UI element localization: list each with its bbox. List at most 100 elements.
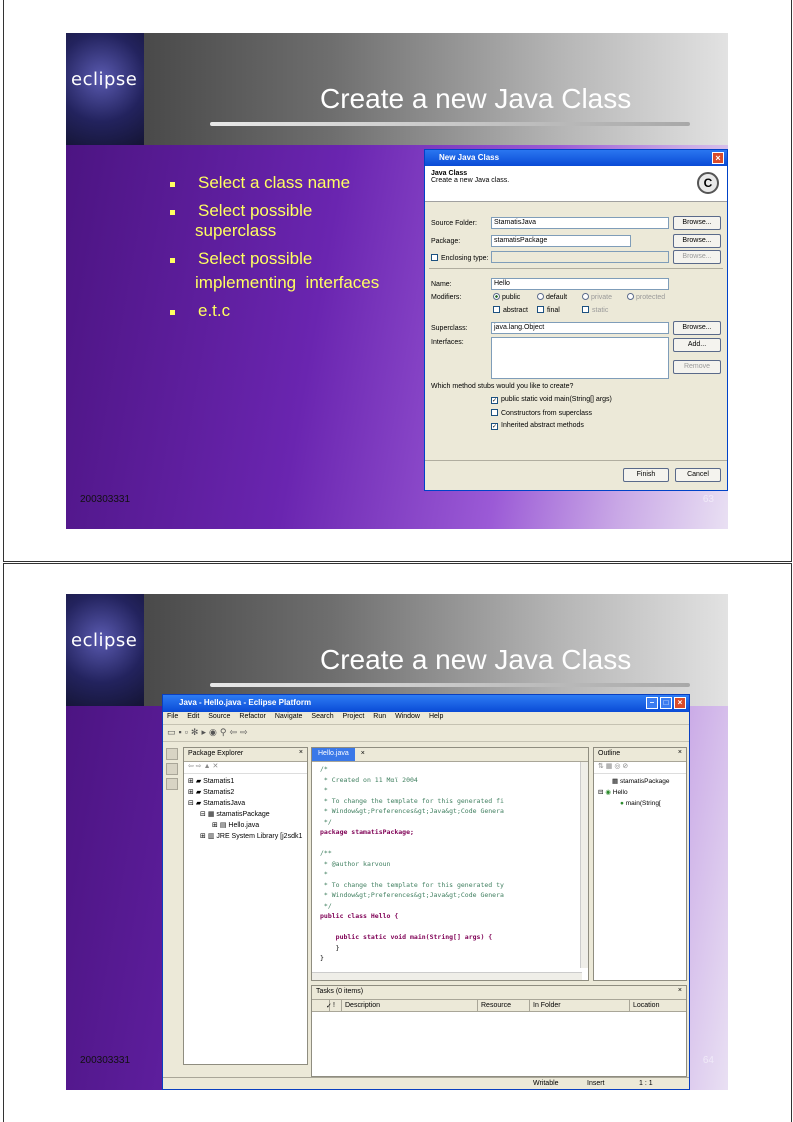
run-icon[interactable]: ▸ [201,727,209,737]
tab-close-icon[interactable]: × [361,750,365,757]
package-explorer-close-icon[interactable]: × [299,749,303,756]
folder-icon: ▰ [195,778,202,785]
static-checkbox[interactable] [582,306,589,313]
library-icon: ▥ [207,833,215,840]
menu-window[interactable]: Window [395,713,420,720]
outline-title: Outline [598,750,621,757]
tree-item[interactable]: ⊞ ▥ JRE System Library [j2sdk1 [188,831,303,842]
interfaces-list[interactable] [491,337,669,379]
constructors-stub-checkbox[interactable] [491,409,498,416]
col-resource[interactable]: Resource [478,1000,530,1011]
package-explorer-title: Package Explorer [188,750,244,757]
outline-pane: Outline × ⇅ ▦ ◎ ⊘ ▦ stamatisPackage ⊟ ◉ … [593,747,687,981]
title-underline [210,122,690,126]
tasks-pane: Tasks (0 items) × ✓ ! Description Resour… [311,985,687,1077]
bullet-item: Select a class name [170,171,379,195]
bullet-square-icon [170,182,175,187]
final-checkbox[interactable] [537,306,544,313]
menu-source[interactable]: Source [208,713,230,720]
editor-horizontal-scrollbar[interactable] [312,972,582,980]
outline-item[interactable]: ▦ stamatisPackage [598,776,682,787]
slide-footer-id: 200303331 [80,1055,131,1066]
perspective-bar [163,745,181,1089]
folder-icon: ▰ [195,789,202,796]
tasks-close-icon[interactable]: × [678,987,682,994]
class-name-field[interactable]: Hello [491,278,669,290]
bullet-square-icon [170,210,175,215]
status-writable: Writable [533,1080,559,1087]
back-icon[interactable]: ⇦ [229,727,240,737]
interfaces-remove-button[interactable]: Remove [673,360,721,374]
bullet-list: Select a class name Select possible super… [170,171,379,327]
menu-help[interactable]: Help [429,713,443,720]
menu-file[interactable]: File [167,713,178,720]
package-field[interactable]: stamatisPackage [491,235,631,247]
minimize-button[interactable]: – [646,697,658,709]
superclass-field[interactable]: java.lang.Object [491,322,669,334]
code-editor[interactable]: /* * Created on 11 Μαϊ 2004 * * To chang… [312,762,588,966]
cancel-button[interactable]: Cancel [675,468,721,482]
java-class-icon: C [697,172,719,194]
java-perspective-icon[interactable] [166,778,178,790]
eclipse-logo: eclipse [66,594,144,706]
bullet-square-icon [170,258,175,263]
tree-item[interactable]: ⊞ ▤ Hello.java [188,820,303,831]
public-radio[interactable] [493,293,500,300]
menu-run[interactable]: Run [373,713,386,720]
debug-icon[interactable]: ✻ [191,727,202,737]
dialog-close-button[interactable]: × [712,152,724,164]
window-titlebar: Java - Hello.java - Eclipse Platform – □ × [163,695,689,712]
abstract-checkbox[interactable] [493,306,500,313]
search-icon[interactable]: ⚲ [220,727,230,737]
menu-edit[interactable]: Edit [187,713,199,720]
tasks-header: Tasks (0 items) × [312,986,686,1000]
tree-item[interactable]: ⊞ ▰ Stamatis1 [188,776,303,787]
maximize-button[interactable]: □ [660,697,672,709]
new-class-icon[interactable]: ◉ [209,727,220,737]
enclosing-browse-button[interactable]: Browse... [673,250,721,264]
tree-item[interactable]: ⊞ ▰ Stamatis2 [188,787,303,798]
default-radio[interactable] [537,293,544,300]
menu-navigate[interactable]: Navigate [275,713,303,720]
forward-icon[interactable]: ⇨ [240,727,251,737]
tree-item[interactable]: ⊟ ▦ stamatisPackage [188,809,303,820]
finish-button[interactable]: Finish [623,468,669,482]
new-icon[interactable]: ▭ [167,727,179,737]
menu-project[interactable]: Project [343,713,365,720]
source-folder-browse-button[interactable]: Browse... [673,216,721,230]
outline-item[interactable]: ● main(String[ [598,798,682,809]
eclipse-logo: eclipse [66,33,144,145]
source-folder-field[interactable]: StamatisJava [491,217,669,229]
tree-item[interactable]: ⊟ ▰ StamatisJava [188,798,303,809]
inherited-stub-checkbox[interactable]: ✓ [491,423,498,430]
outline-item[interactable]: ⊟ ◉ Hello [598,787,682,798]
folder-icon: ▰ [195,800,202,807]
enclosing-type-checkbox[interactable] [431,254,438,261]
menu-refactor[interactable]: Refactor [239,713,265,720]
private-radio[interactable] [582,293,589,300]
dialog-header: Java Class Create a new Java class. C [425,166,727,202]
superclass-browse-button[interactable]: Browse... [673,321,721,335]
col-description[interactable]: Description [342,1000,478,1011]
menu-search[interactable]: Search [311,713,333,720]
package-icon: ▦ [207,811,215,818]
package-explorer-header: Package Explorer × [184,748,307,762]
protected-radio[interactable] [627,293,634,300]
bullet-item: Select possible implementing interfaces [170,247,379,295]
main-stub-checkbox[interactable]: ✓ [491,397,498,404]
eclipse-logo-text: eclipse [71,69,138,90]
tab-hello-java[interactable]: Hello.java [312,748,355,761]
outline-close-icon[interactable]: × [678,749,682,756]
editor-vertical-scrollbar[interactable] [580,762,588,968]
package-browse-button[interactable]: Browse... [673,234,721,248]
col-priority[interactable]: ! [330,1000,342,1011]
perspective-icon[interactable] [166,748,178,760]
col-in-folder[interactable]: In Folder [530,1000,630,1011]
col-location[interactable]: Location [630,1000,674,1011]
interfaces-add-button[interactable]: Add... [673,338,721,352]
outline-toolbar: ⇅ ▦ ◎ ⊘ [594,762,686,774]
col-done[interactable]: ✓ [312,1000,332,1011]
close-button[interactable]: × [674,697,686,709]
method-icon: ● [620,800,624,807]
resource-perspective-icon[interactable] [166,763,178,775]
